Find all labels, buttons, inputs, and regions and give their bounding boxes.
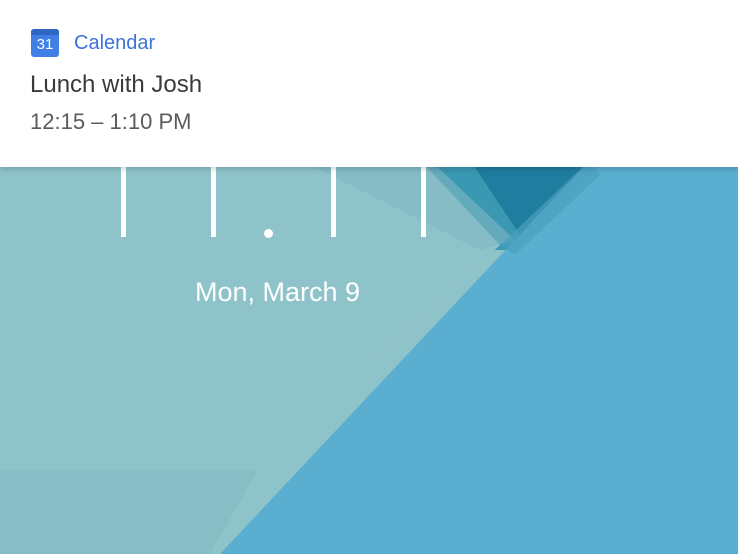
lock-screen: 31 Calendar Lunch with Josh 12:15 – 1:10… (0, 0, 738, 554)
notification-header: 31 Calendar (31, 27, 155, 59)
calendar-icon-day: 31 (36, 36, 54, 53)
lockscreen-date: Mon, March 9 (194, 277, 361, 307)
calendar-notification-card[interactable]: 31 Calendar Lunch with Josh 12:15 – 1:10… (0, 0, 738, 167)
calendar-icon: 31 (31, 29, 59, 57)
notification-title: Lunch with Josh (30, 71, 203, 98)
notification-time: 12:15 – 1:10 PM (30, 109, 192, 134)
dot-icon (264, 229, 273, 238)
notification-app-name: Calendar (74, 32, 156, 54)
